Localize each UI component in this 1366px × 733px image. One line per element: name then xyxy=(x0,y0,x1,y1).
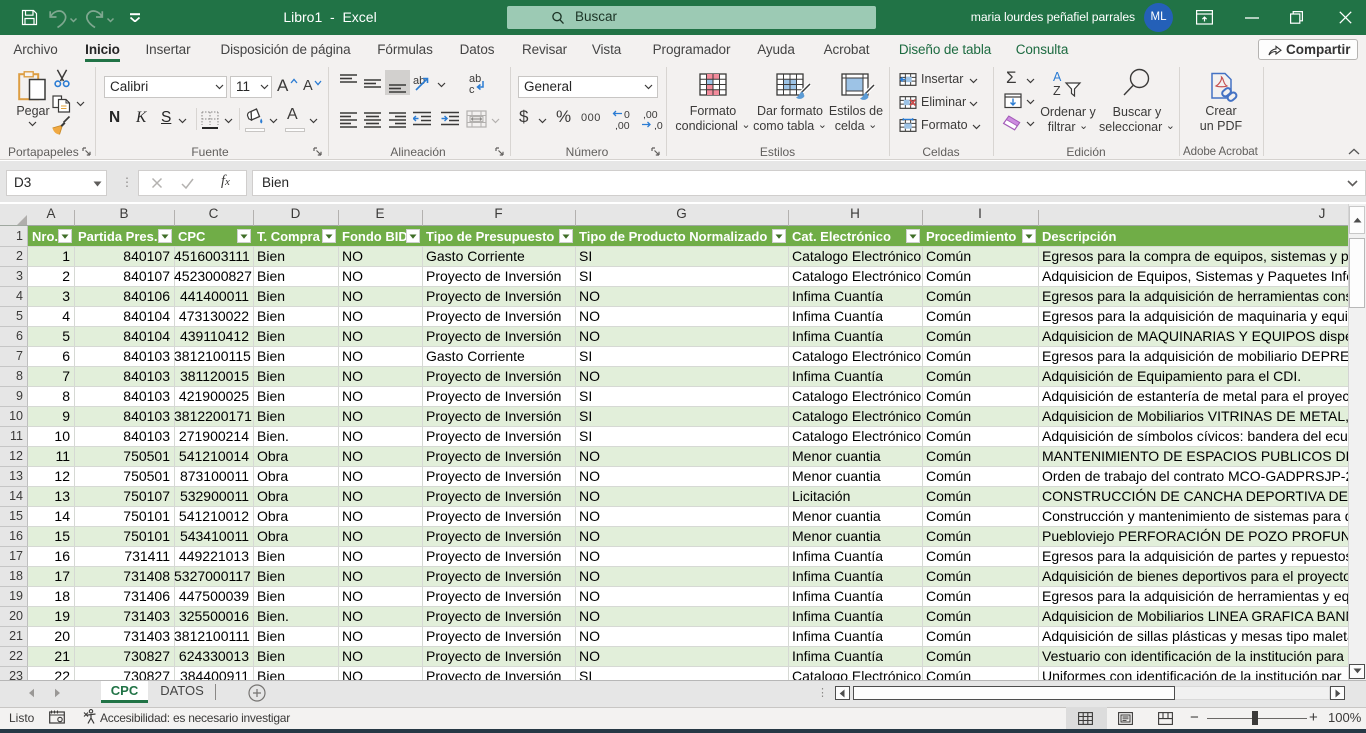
svg-text:ab: ab xyxy=(413,75,425,87)
svg-text:,0: ,0 xyxy=(654,120,663,130)
svg-text:A: A xyxy=(1053,70,1062,84)
svg-text:c: c xyxy=(469,84,475,95)
svg-text:,00: ,00 xyxy=(615,120,630,130)
svg-text:Z: Z xyxy=(1053,84,1061,97)
